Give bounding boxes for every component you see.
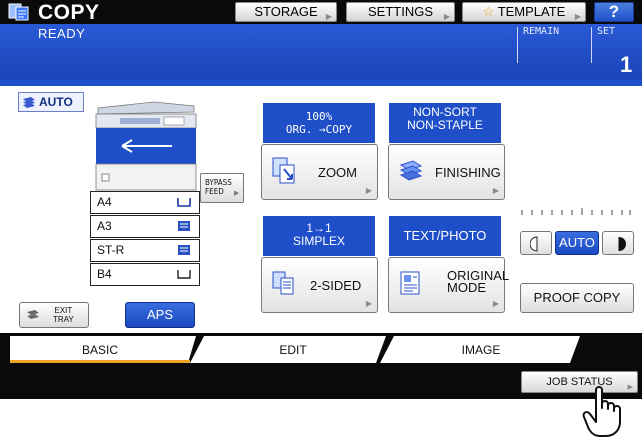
simplex-label: SIMPLEX — [292, 234, 346, 248]
exposure-lighter-button[interactable] — [520, 231, 552, 255]
exposure-scale — [521, 208, 631, 215]
two-sided-label: 2-SIDED — [310, 278, 362, 293]
tray-size-label: B4 — [97, 267, 112, 281]
app-title: COPY — [38, 1, 100, 24]
aps-button[interactable]: APS — [125, 302, 195, 328]
chevron-right-icon: ▶ — [234, 189, 239, 197]
zoom-label: ZOOM — [318, 165, 357, 180]
set-label: SET — [597, 26, 616, 37]
tray-empty-icon — [177, 198, 191, 207]
help-button[interactable]: ? — [594, 2, 634, 22]
lighter-icon — [530, 236, 538, 252]
chevron-right-icon: ▶ — [365, 186, 372, 195]
zoom-ratio-display: 100% ORG. →COPY — [263, 103, 375, 143]
storage-button[interactable]: STORAGE ▶ — [235, 2, 337, 22]
tray-st-r[interactable]: ST-R — [90, 239, 200, 262]
chevron-right-icon: ▶ — [492, 186, 499, 195]
chevron-right-icon: ▶ — [492, 299, 499, 308]
original-mode-icon — [400, 271, 420, 295]
original-mode-button[interactable]: ORIGINAL MODE ▶ — [388, 257, 509, 313]
two-sided-button[interactable]: 2-SIDED ▶ — [261, 257, 378, 313]
zoom-icon — [272, 157, 295, 184]
zoom-ratio: 100% — [305, 110, 333, 123]
tray-size-label: A4 — [97, 195, 112, 209]
tray-empty-icon — [177, 270, 191, 279]
mode-label: MODE — [447, 280, 486, 295]
status-divider — [591, 27, 592, 63]
storage-label: STORAGE — [254, 4, 318, 19]
tray-size-label: A3 — [97, 219, 112, 233]
tab-edit[interactable]: EDIT — [208, 337, 378, 363]
star-icon: ☆ — [482, 4, 495, 19]
template-label: TEMPLATE — [497, 4, 566, 19]
zoom-button[interactable]: ZOOM ▶ — [261, 144, 378, 200]
exposure-darker-button[interactable] — [602, 231, 634, 255]
copy-app-icon — [8, 3, 29, 21]
staple-mode: NON-STAPLE — [407, 118, 483, 132]
tab-image[interactable]: IMAGE — [392, 337, 570, 363]
status-divider — [517, 27, 518, 63]
tray-a3[interactable]: A3 — [90, 215, 200, 238]
finishing-display: NON-SORT NON-STAPLE — [389, 103, 501, 143]
original-mode-label: ORIGINAL MODE — [447, 269, 509, 295]
paper-auto-label: AUTO — [39, 95, 73, 109]
paper-stack-icon — [23, 97, 35, 108]
exit-tray-label: EXIT TRAY — [53, 306, 74, 324]
darker-icon — [618, 237, 626, 251]
bypass-label: BYPASS — [205, 178, 232, 187]
two-sided-icon — [272, 271, 294, 295]
exit-tray-icon — [27, 310, 39, 319]
paper-stack-icon — [399, 160, 423, 181]
status-text: READY — [38, 26, 86, 41]
remain-label: REMAIN — [523, 26, 560, 37]
paper-auto-badge: AUTO — [18, 92, 84, 112]
duplex-display: 1→1 SIMPLEX — [263, 216, 375, 256]
copier-illustration — [95, 101, 197, 191]
settings-label: SETTINGS — [367, 4, 433, 19]
settings-button[interactable]: SETTINGS ▶ — [346, 2, 455, 22]
exit-label: EXIT — [54, 306, 73, 315]
tray-label: TRAY — [53, 315, 74, 324]
original-mode-display: TEXT/PHOTO — [389, 216, 501, 256]
tray-b4[interactable]: B4 — [90, 263, 200, 286]
finishing-button[interactable]: FINISHING ▶ — [388, 144, 505, 200]
bypass-feed-button[interactable]: BYPASS FEED ▶ — [200, 173, 244, 203]
chevron-right-icon: ▶ — [365, 299, 372, 308]
proof-copy-button[interactable]: PROOF COPY — [520, 283, 634, 313]
template-button[interactable]: ☆ TEMPLATE ▶ — [462, 2, 586, 22]
tray-full-icon — [178, 245, 190, 255]
exposure-auto-button[interactable]: AUTO — [555, 231, 599, 255]
zoom-direction: ORG. →COPY — [285, 123, 353, 136]
pointing-hand-icon — [582, 386, 621, 437]
tray-full-icon — [178, 221, 190, 231]
set-count: 1 — [620, 52, 633, 77]
tray-a4[interactable]: A4 — [90, 191, 200, 214]
finishing-label: FINISHING — [435, 165, 501, 180]
tray-size-label: ST-R — [97, 243, 125, 257]
exit-tray-button[interactable]: EXIT TRAY — [19, 302, 89, 328]
